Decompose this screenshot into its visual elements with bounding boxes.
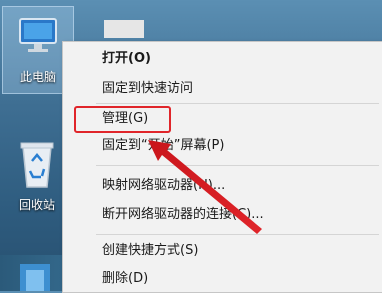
annotation-arrow-icon	[148, 140, 262, 234]
